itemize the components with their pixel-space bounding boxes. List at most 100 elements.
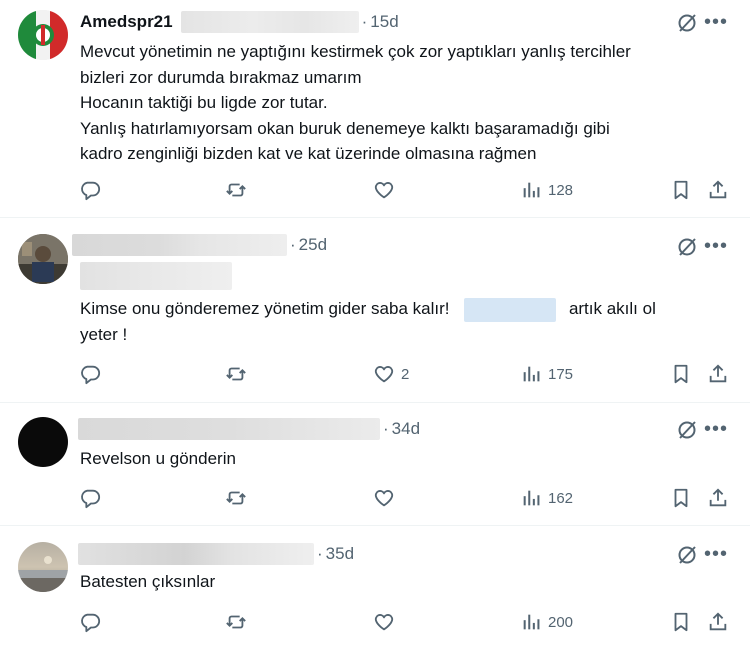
reply-button[interactable] <box>79 611 101 633</box>
reply-icon <box>81 365 101 385</box>
views-button[interactable]: 200 <box>520 611 573 633</box>
text-line: yeter ! <box>80 324 128 344</box>
view-count: 162 <box>548 489 574 507</box>
like-button[interactable]: 2 <box>373 363 409 385</box>
bookmark-button[interactable] <box>670 611 692 633</box>
repost-button[interactable] <box>225 487 247 509</box>
more-icon[interactable]: ••• <box>704 419 728 439</box>
reply-button[interactable] <box>79 487 101 509</box>
views-button[interactable]: 175 <box>520 363 573 385</box>
view-count: 200 <box>548 613 574 631</box>
share-button[interactable] <box>707 179 729 201</box>
text-line: bizleri zor durumda bırakmaz umarım <box>80 67 362 87</box>
like-button[interactable] <box>373 611 401 633</box>
post-text: Revelson u gönderin <box>80 449 236 468</box>
post-header: Amedspr21 · 15d <box>80 11 399 33</box>
heart-icon <box>374 366 394 383</box>
redacted-name <box>78 418 380 440</box>
share-button[interactable] <box>707 363 729 385</box>
share-icon <box>709 488 727 507</box>
post-2[interactable]: · 25d ••• Kimse onu gönderemez yönetim g… <box>0 218 750 403</box>
post-3[interactable]: · 34d ••• Revelson u gönderin 162 <box>0 403 750 526</box>
share-icon <box>709 180 727 199</box>
action-bar: 162 <box>0 487 750 511</box>
avatar[interactable] <box>18 10 68 60</box>
share-icon <box>709 364 727 383</box>
repost-icon <box>226 367 246 381</box>
reply-button[interactable] <box>79 363 101 385</box>
text-segment: artık akılı ol <box>568 299 656 318</box>
bookmark-button[interactable] <box>670 487 692 509</box>
repost-icon <box>226 615 246 629</box>
grok-icon[interactable] <box>676 236 698 258</box>
grok-icon[interactable] <box>676 12 698 34</box>
reply-icon <box>81 489 101 509</box>
view-count: 175 <box>548 365 574 383</box>
bookmark-icon <box>674 180 688 200</box>
avatar[interactable] <box>18 234 68 284</box>
post-1[interactable]: Amedspr21 · 15d ••• Mevcut yönetimin ne … <box>0 0 750 218</box>
avatar[interactable] <box>18 542 68 592</box>
views-icon <box>523 614 540 630</box>
views-icon <box>523 490 540 506</box>
views-button[interactable]: 162 <box>520 487 573 509</box>
text-line: Mevcut yönetimin ne yaptığını kestirmek … <box>80 42 631 61</box>
post-header: · 34d <box>78 418 420 440</box>
repost-icon <box>226 491 246 505</box>
text-line: Hocanın taktiği bu ligde zor tutar. <box>80 93 328 112</box>
redacted-handle <box>80 262 232 290</box>
grok-icon[interactable] <box>676 544 698 566</box>
heart-icon <box>374 490 394 507</box>
redacted-name <box>78 543 314 565</box>
redacted-name <box>72 234 287 256</box>
reply-icon <box>81 613 101 633</box>
views-icon <box>523 182 540 198</box>
timestamp[interactable]: 35d <box>326 544 354 564</box>
heart-icon <box>374 182 394 199</box>
repost-button[interactable] <box>225 179 247 201</box>
post-header: · 35d <box>78 543 354 565</box>
like-button[interactable] <box>373 487 401 509</box>
redacted-handle <box>180 11 359 33</box>
grok-icon[interactable] <box>676 419 698 441</box>
action-bar: 2 175 <box>0 363 750 387</box>
heart-icon <box>374 614 394 631</box>
avatar[interactable] <box>18 417 68 467</box>
text-segment: Kimse onu gönderemez yönetim gider saba … <box>80 299 450 318</box>
repost-button[interactable] <box>225 611 247 633</box>
post-text: Kimse onu gönderemez yönetim gider saba … <box>80 296 720 347</box>
views-icon <box>523 366 540 382</box>
bookmark-icon <box>674 364 688 384</box>
action-bar: 200 <box>0 611 750 635</box>
more-icon[interactable]: ••• <box>704 236 728 256</box>
reply-button[interactable] <box>79 179 101 201</box>
post-text: Mevcut yönetimin ne yaptığını kestirmek … <box>80 39 631 167</box>
bookmark-button[interactable] <box>670 179 692 201</box>
timestamp[interactable]: 15d <box>370 12 398 32</box>
post-header: · 25d <box>72 234 327 256</box>
reply-icon <box>81 181 101 201</box>
more-icon[interactable]: ••• <box>704 544 728 564</box>
bookmark-icon <box>674 612 688 632</box>
post-text: Batesten çıksınlar <box>80 572 216 591</box>
view-count: 128 <box>548 181 574 199</box>
more-icon[interactable]: ••• <box>704 12 728 32</box>
timestamp[interactable]: 34d <box>392 419 420 439</box>
bookmark-button[interactable] <box>670 363 692 385</box>
share-icon <box>709 612 727 631</box>
views-button[interactable]: 128 <box>520 179 573 201</box>
text-line: Yanlış hatırlamıyorsam okan buruk deneme… <box>80 118 610 138</box>
share-button[interactable] <box>707 487 729 509</box>
author-name[interactable]: Amedspr21 <box>80 12 173 32</box>
bookmark-icon <box>674 488 688 508</box>
like-count: 2 <box>401 365 410 383</box>
text-line: kadro zenginliği bizden kat ve kat üzeri… <box>80 144 537 163</box>
timestamp[interactable]: 25d <box>299 235 327 255</box>
share-button[interactable] <box>707 611 729 633</box>
redacted-mention <box>464 297 557 322</box>
repost-icon <box>226 183 246 197</box>
post-4[interactable]: · 35d ••• Batesten çıksınlar 200 <box>0 526 750 650</box>
like-button[interactable] <box>373 179 401 201</box>
action-bar: 128 <box>0 179 750 203</box>
repost-button[interactable] <box>225 363 247 385</box>
